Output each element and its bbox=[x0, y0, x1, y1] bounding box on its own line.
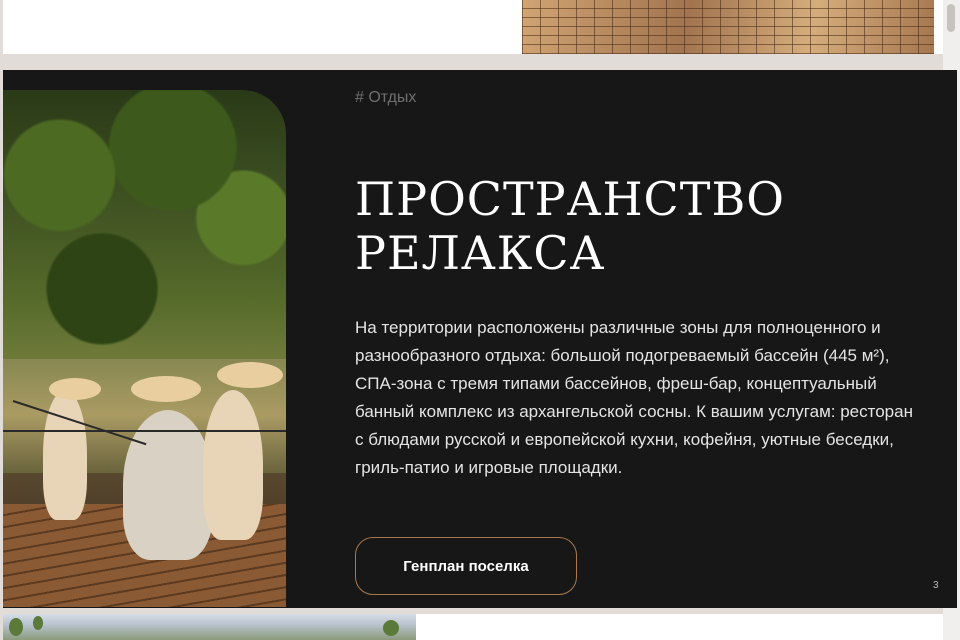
section-tag: # Отдых bbox=[355, 89, 417, 106]
photo-child-right bbox=[203, 390, 263, 540]
photo-father bbox=[123, 410, 213, 560]
next-section-card bbox=[3, 614, 943, 640]
previous-section-card bbox=[3, 0, 943, 54]
scrollbar-thumb[interactable] bbox=[947, 4, 955, 32]
photo-child-left bbox=[43, 390, 87, 520]
section-description: На территории расположены различные зоны… bbox=[355, 318, 913, 477]
photo-trees bbox=[3, 90, 286, 375]
family-fishing-photo bbox=[3, 90, 286, 607]
relax-section: # Отдых ПРОСТРАНСТВО РЕЛАКСА На территор… bbox=[3, 70, 957, 608]
photo-leaf bbox=[383, 620, 399, 636]
photo-leaf bbox=[9, 618, 23, 636]
photo-hat-left bbox=[49, 378, 101, 400]
section-title-line1: ПРОСТРАНСТВО bbox=[355, 172, 785, 226]
slide-number: 3 bbox=[933, 580, 939, 591]
photo-fishing-rod bbox=[3, 430, 286, 432]
section-title-line2: РЕЛАКСА bbox=[355, 226, 606, 280]
next-section-photo bbox=[3, 614, 416, 640]
photo-leaf bbox=[33, 616, 43, 630]
photo-hat-father bbox=[131, 376, 201, 402]
photo-hat-right bbox=[217, 362, 283, 388]
section-title: ПРОСТРАНСТВО РЕЛАКСА bbox=[355, 172, 875, 280]
paving-photo bbox=[522, 0, 934, 54]
site-plan-button[interactable]: Генплан поселка bbox=[355, 537, 577, 595]
